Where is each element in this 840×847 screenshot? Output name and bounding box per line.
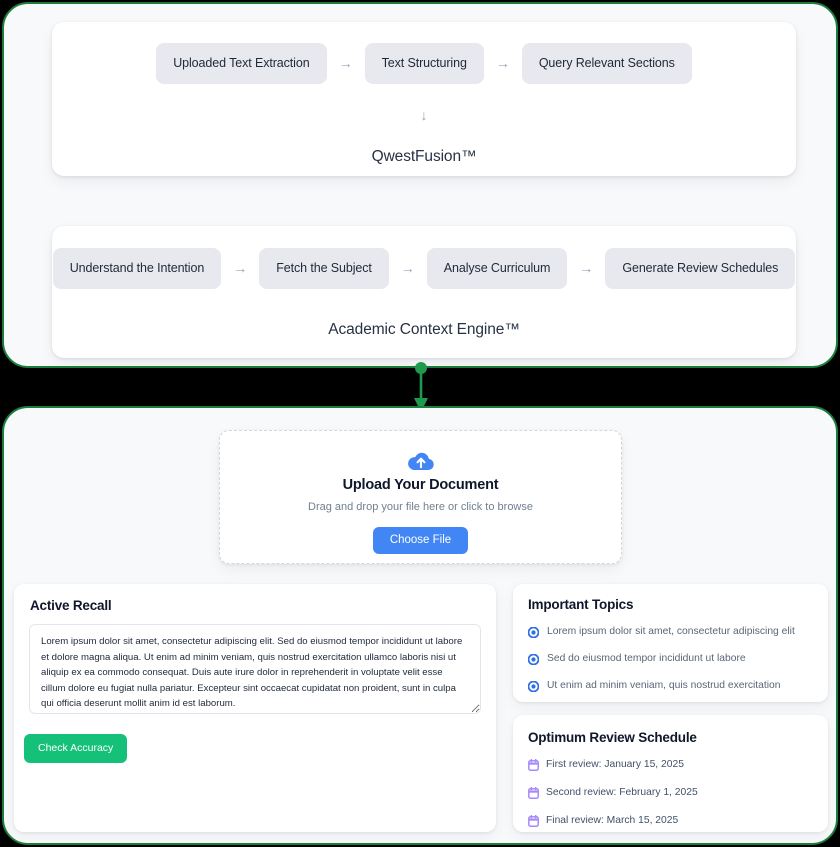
cloud-upload-icon (407, 452, 434, 470)
list-item-label: Sed do eiusmod tempor incididunt ut labo… (547, 653, 746, 665)
arrow-right-icon: → (495, 55, 510, 72)
important-topics-list: Lorem ipsum dolor sit amet, consectetur … (528, 627, 795, 708)
list-item-label: First review: January 15, 2025 (546, 758, 684, 770)
list-item-label: Final review: March 15, 2025 (546, 814, 679, 826)
list-item-label: Second review: February 1, 2025 (546, 786, 698, 798)
list-item[interactable]: First review: January 15, 2025 (528, 759, 698, 771)
review-schedule-title: Optimum Review Schedule (528, 730, 697, 745)
pipeline-step-chip[interactable]: Generate Review Schedules (605, 248, 796, 289)
pipeline-two-steps: Understand the Intention → Fetch the Sub… (52, 248, 796, 289)
arrow-down-icon: ↓ (420, 106, 428, 123)
check-accuracy-button[interactable]: Check Accuracy (24, 734, 128, 763)
pipeline-step-chip[interactable]: Understand the Intention (52, 248, 222, 289)
list-item[interactable]: Lorem ipsum dolor sit amet, consectetur … (528, 627, 795, 638)
circle-dot-icon (528, 627, 539, 638)
list-item-label: Lorem ipsum dolor sit amet, consectetur … (547, 626, 795, 638)
calendar-icon (528, 815, 539, 827)
pipeline-step-chip[interactable]: Query Relevant Sections (521, 43, 692, 84)
upload-title: Upload Your Document (342, 477, 499, 493)
list-item[interactable]: Second review: February 1, 2025 (528, 787, 698, 799)
pipelines-panel: Uploaded Text Extraction → Text Structur… (2, 2, 838, 368)
upload-subtitle: Drag and drop your file here or click to… (308, 500, 533, 513)
circle-dot-icon (528, 654, 539, 665)
list-item[interactable]: Sed do eiusmod tempor incididunt ut labo… (528, 654, 795, 665)
circle-dot-icon (528, 681, 539, 692)
calendar-icon (528, 787, 539, 799)
choose-file-button[interactable]: Choose File (372, 526, 469, 554)
active-recall-card: Active Recall (14, 584, 496, 832)
review-schedule-card: Optimum Review Schedule First review: Ja… (513, 715, 828, 832)
qwestfusion-title: QwestFusion™ (371, 147, 477, 165)
pipeline-step-chip[interactable]: Fetch the Subject (259, 248, 389, 289)
upload-dropzone[interactable]: Upload Your Document Drag and drop your … (219, 430, 622, 564)
active-recall-textarea[interactable] (29, 624, 481, 714)
list-item[interactable]: Final review: March 15, 2025 (528, 815, 698, 827)
arrow-right-icon: → (579, 260, 594, 277)
pipeline-one-steps: Uploaded Text Extraction → Text Structur… (52, 43, 796, 84)
arrow-right-icon: → (400, 260, 415, 277)
arrow-right-icon: → (338, 55, 353, 72)
list-item-label: Ut enim ad minim veniam, quis nostrud ex… (547, 680, 781, 692)
qwestfusion-pipeline-card: Uploaded Text Extraction → Text Structur… (52, 22, 796, 176)
calendar-icon (528, 759, 539, 771)
arrow-right-icon: → (233, 260, 248, 277)
important-topics-title: Important Topics (528, 597, 634, 612)
important-topics-card: Important Topics Lorem ipsum dolor sit a… (513, 584, 828, 702)
active-recall-title: Active Recall (30, 598, 112, 613)
pipeline-step-chip[interactable]: Text Structuring (364, 43, 484, 84)
list-item[interactable]: Ut enim ad minim veniam, quis nostrud ex… (528, 681, 795, 692)
pipeline-step-chip[interactable]: Analyse Curriculum (426, 248, 568, 289)
pipeline-step-chip[interactable]: Uploaded Text Extraction (156, 43, 327, 84)
app-root: Uploaded Text Extraction → Text Structur… (0, 0, 840, 847)
academic-context-engine-card: Understand the Intention → Fetch the Sub… (52, 226, 796, 358)
academic-context-engine-title: Academic Context Engine™ (328, 320, 520, 338)
review-schedule-list: First review: January 15, 2025 Second re… (528, 759, 698, 843)
